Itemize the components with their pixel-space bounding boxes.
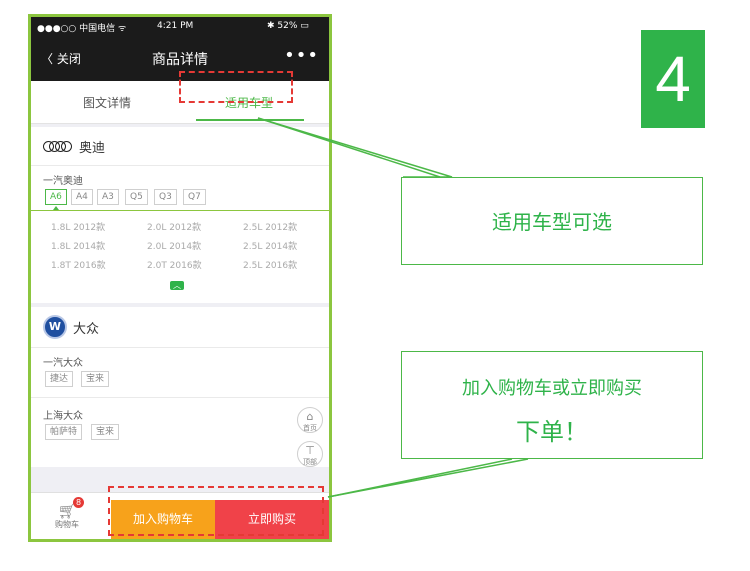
callout-compatible-models: 适用车型可选 <box>401 177 703 265</box>
callout-purchase-line2: 下单！ <box>516 418 588 446</box>
callout-purchase: 加入购物车或立即购买 下单！ <box>401 351 703 459</box>
connector-line-1b <box>257 117 441 178</box>
connector-line-2b <box>327 458 513 498</box>
callout-connectors <box>257 117 529 498</box>
callout-purchase-line1: 加入购物车或立即购买 <box>462 378 642 399</box>
step-number-badge: 4 <box>641 30 705 128</box>
